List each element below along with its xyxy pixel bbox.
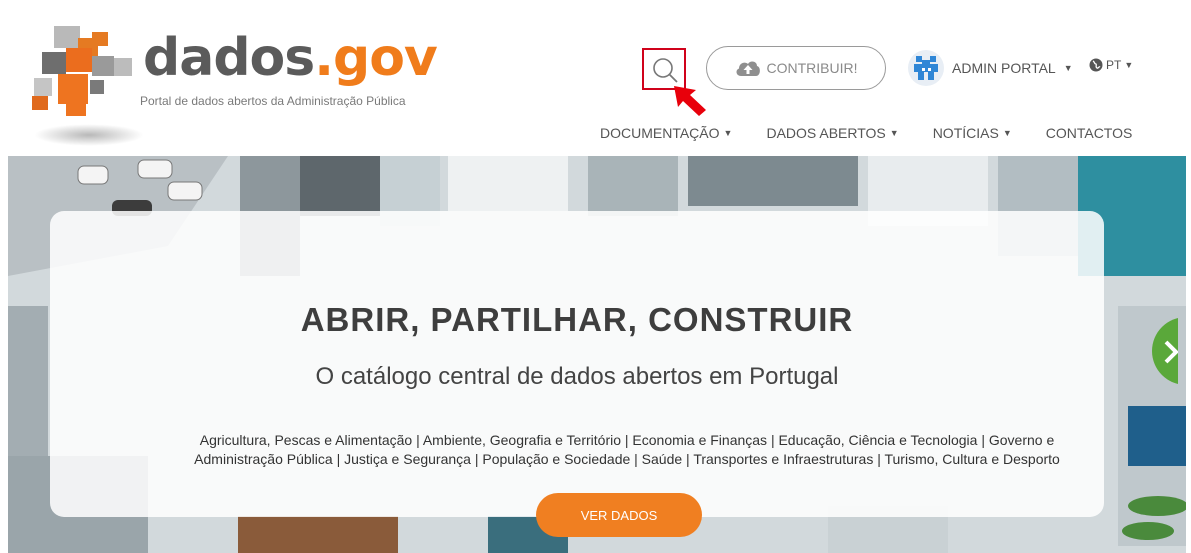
globe-icon [1089,58,1103,72]
nav-item-label: NOTÍCIAS [932,125,999,141]
chevron-down-icon: ▼ [1063,63,1073,73]
hero-panel: ABRIR, PARTILHAR, CONSTRUIR O catálogo c… [50,211,1104,537]
cloud-upload-icon [736,61,760,76]
logo-tagline: Portal de dados abertos da Administração… [140,94,406,108]
side-feedback-icon[interactable] [1152,306,1178,396]
ver-dados-button[interactable]: VER DADOS [536,493,702,537]
logo-cubes-icon [32,26,132,116]
hero-title: ABRIR, PARTILHAR, CONSTRUIR [300,301,854,338]
nav-item-label: DOCUMENTAÇÃO [600,125,720,141]
logo-gov-text: .gov [314,28,438,88]
contribute-button[interactable]: CONTRIBUIR! [706,46,886,90]
logo-shadow [34,124,144,146]
logo-wordmark: dados.gov [143,28,438,88]
chevron-down-icon: ▼ [1002,128,1012,138]
site-header: dados.gov Portal de dados abertos da Adm… [0,0,1191,156]
category-list: Agricultura, Pescas e Alimentação | Ambi… [160,431,1094,469]
hero-subtitle: O catálogo central de dados abertos em P… [315,363,839,390]
language-label: PT [1106,58,1122,72]
search-icon [653,58,678,83]
nav-item-dados-abertos[interactable]: DADOS ABERTOS ▼ [766,125,898,141]
chevron-down-icon: ▼ [1124,60,1134,70]
hero-banner: ABRIR, PARTILHAR, CONSTRUIR O catálogo c… [8,156,1186,553]
nav-item-label: DADOS ABERTOS [766,125,886,141]
avatar [908,50,944,86]
category-line-1: Agricultura, Pescas e Alimentação | Ambi… [199,432,1055,448]
nav-item-documentacao[interactable]: DOCUMENTAÇÃO ▼ [600,125,732,141]
chevron-down-icon: ▼ [723,128,733,138]
chevron-down-icon: ▼ [889,128,899,138]
avatar-pattern-icon [914,56,938,80]
user-name: ADMIN PORTAL [952,60,1056,76]
nav-item-label: CONTACTOS [1045,125,1133,141]
main-nav: DOCUMENTAÇÃO ▼ DADOS ABERTOS ▼ NOTÍCIAS … [600,122,1132,144]
language-selector[interactable]: PT ▼ [1089,58,1133,72]
annotation-arrow-icon [674,86,706,116]
category-line-2: Administração Pública | Justiça e Segura… [194,451,1060,467]
logo-dados-text: dados [143,28,315,88]
nav-item-noticias[interactable]: NOTÍCIAS ▼ [933,125,1012,141]
user-menu[interactable]: ADMIN PORTAL ▼ [908,50,1073,86]
contribute-label: CONTRIBUIR! [766,60,858,76]
nav-item-contactos[interactable]: CONTACTOS [1046,125,1133,141]
